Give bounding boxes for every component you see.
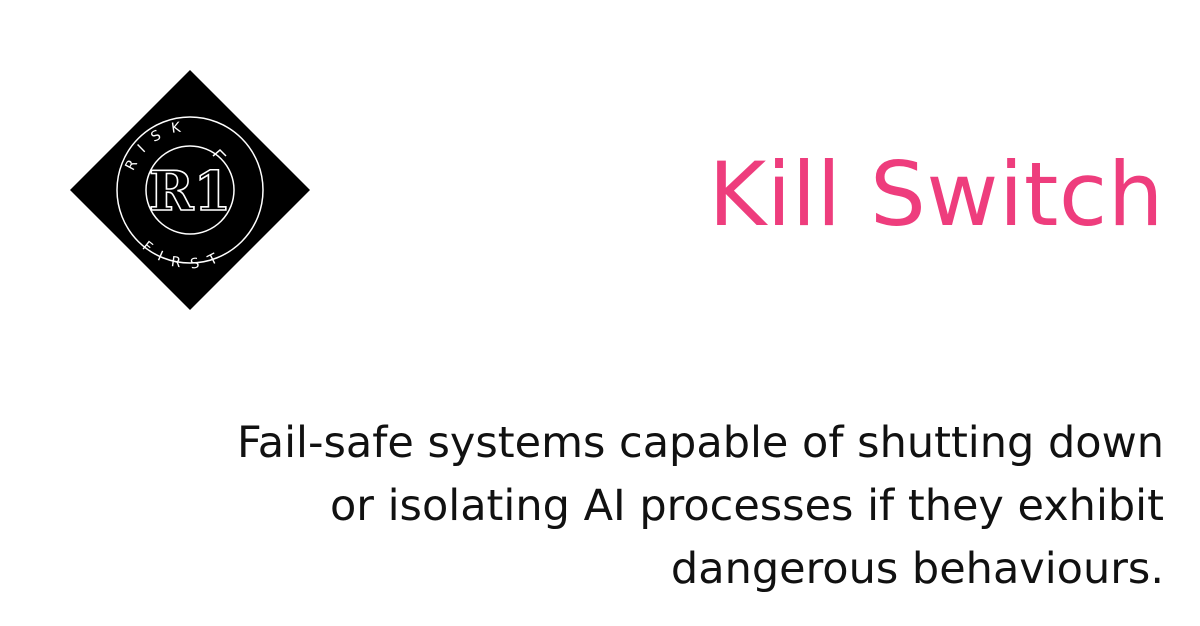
description-line: dangerous behaviours. (670, 544, 1164, 594)
description-line: or isolating AI processes if they exhibi… (329, 481, 1164, 531)
logo-monogram: R1 (149, 159, 231, 223)
logo-diamond-mark: RISK FIRST R1 (70, 70, 310, 310)
page-title: Kill Switch (708, 143, 1164, 246)
description-line: Fail-safe systems capable of shutting do… (236, 418, 1164, 468)
description-text: Fail-safe systems capable of shutting do… (84, 412, 1164, 601)
risk-first-logo: RISK FIRST R1 (70, 70, 310, 310)
